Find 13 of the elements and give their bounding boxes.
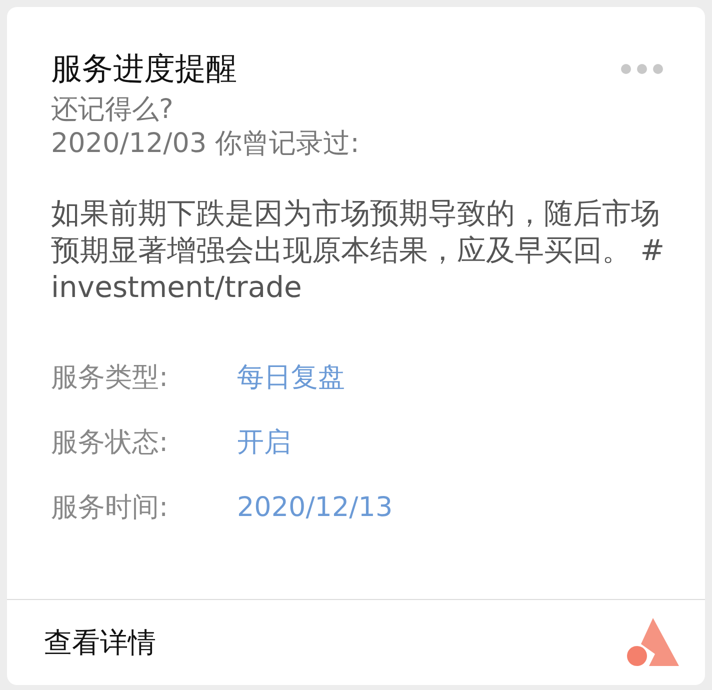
more-icon[interactable] (621, 64, 663, 74)
detail-value: 开启 (237, 426, 291, 460)
message-text: 如果前期下跌是因为市场预期导致的，随后市场预期显著增强会出现原本结果，应及早买回。 #investment/trade (50, 195, 666, 306)
intro-text: 2020/12/03 你曾记录过: (51, 127, 360, 161)
detail-label: 服务状态: (51, 426, 170, 460)
detail-value: 2020/12/13 (237, 491, 393, 526)
detail-label: 服务类型: (51, 361, 170, 396)
card-title: 服务进度提醒 (51, 50, 237, 89)
detail-label: 服务时间: (51, 491, 170, 526)
intro-text: 还记得么? (51, 93, 174, 127)
view-details-link[interactable]: 查看详情 (44, 622, 156, 664)
detail-value: 每日复盘 (237, 361, 345, 396)
logo-icon (627, 618, 679, 668)
